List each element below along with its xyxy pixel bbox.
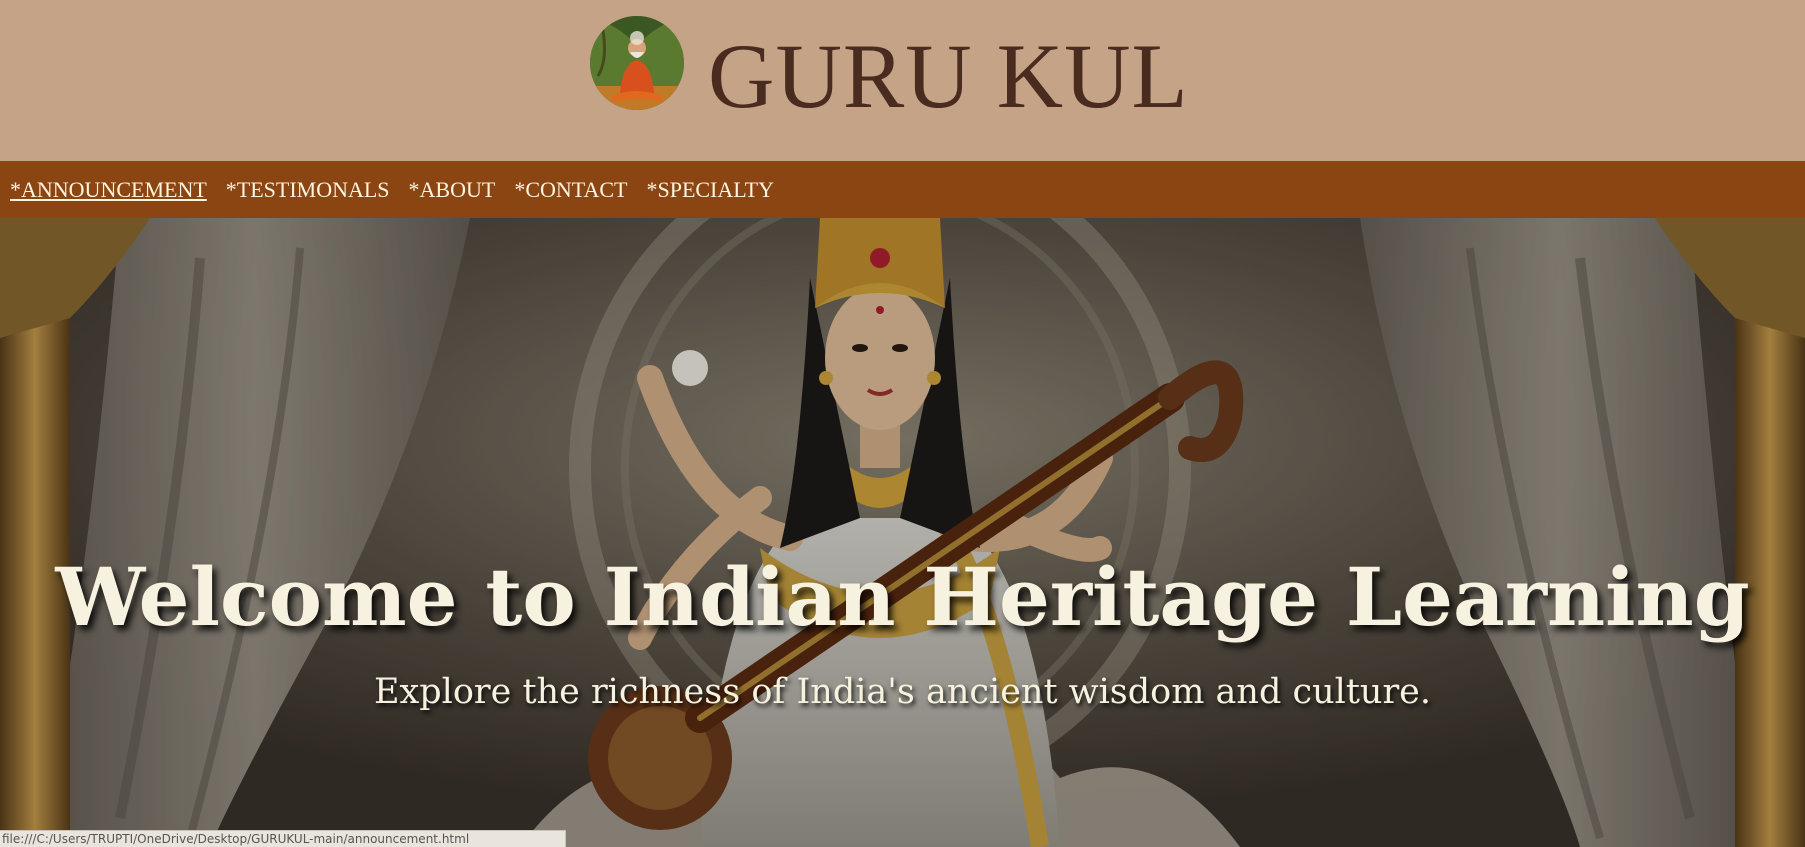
hero-section: Welcome to Indian Heritage Learning Expl… (0, 218, 1805, 847)
saraswati-with-veena-image (0, 218, 1805, 847)
main-nav: *ANNOUNCEMENT *TESTIMONALS *ABOUT *CONTA… (0, 161, 1805, 218)
link-status-bar: file:///C:/Users/TRUPTI/OneDrive/Desktop… (0, 830, 566, 847)
hero-title: Welcome to Indian Heritage Learning (55, 550, 1750, 644)
nav-contact[interactable]: *CONTACT (514, 177, 627, 203)
meditating-sage-icon (590, 16, 684, 110)
nav-announcement[interactable]: *ANNOUNCEMENT (10, 177, 207, 203)
site-title: GURU KUL (708, 25, 1189, 127)
nav-about[interactable]: *ABOUT (409, 177, 496, 203)
nav-testimonals[interactable]: *TESTIMONALS (226, 177, 390, 203)
hero-subtitle: Explore the richness of India's ancient … (373, 672, 1432, 712)
nav-specialty[interactable]: *SPECIALTY (646, 177, 774, 203)
site-header: GURU KUL (0, 0, 1805, 161)
